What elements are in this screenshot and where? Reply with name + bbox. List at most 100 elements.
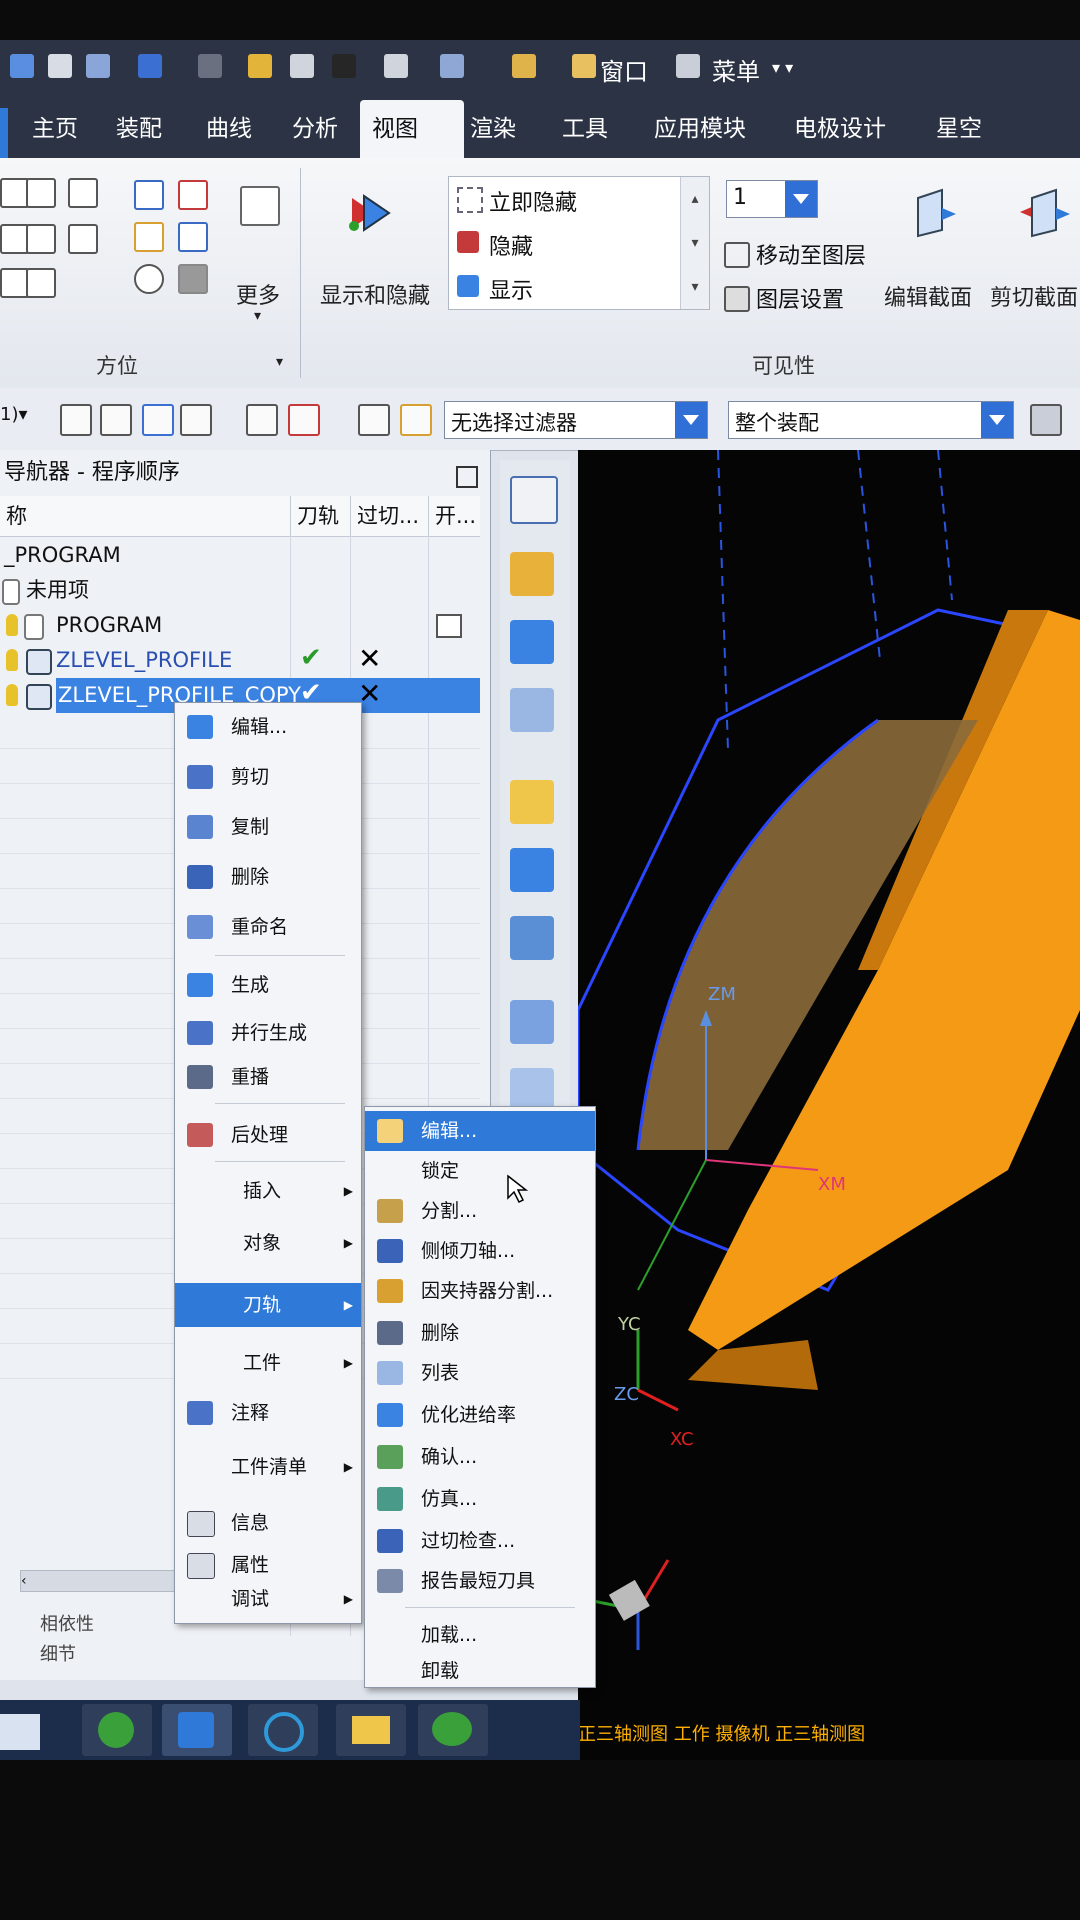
column-toolpath[interactable]: 刀轨 [290,496,347,536]
select-components-icon[interactable] [180,404,212,436]
submenu-item-gouge-check[interactable]: 过切检查... [365,1521,595,1561]
select-all-icon[interactable] [60,404,92,436]
type-filter-icon[interactable]: 1)▾ [0,404,28,432]
menu-item-delete[interactable]: 删除 [175,857,361,897]
tree-row[interactable]: ZLEVEL_PROFILE ✔ ✕ [0,642,480,678]
select-bodies-icon[interactable] [142,404,174,436]
submenu-item-shortest-tool[interactable]: 报告最短刀具 [365,1561,595,1601]
print-icon[interactable] [384,54,408,78]
search-taskbar-icon[interactable] [248,1704,318,1756]
column-open[interactable]: 开... [428,496,481,536]
visibility-list-scrollbar[interactable]: ▴ ▾ ▾ [680,177,709,309]
edit-section-button[interactable]: 编辑截面 [884,280,972,312]
view-top-icon[interactable] [26,268,56,298]
tab-application[interactable]: 应用模块 [642,100,758,158]
assembly-scope-select[interactable]: 整个装配 [728,401,1014,439]
more-button[interactable]: 更多 [236,278,280,310]
edit-section-icon[interactable] [912,186,958,238]
save-icon[interactable] [10,54,34,78]
submenu-item-list[interactable]: 列表 [365,1353,595,1393]
snap-point-icon[interactable] [246,404,278,436]
menu-item-generate[interactable]: 生成 [175,965,361,1005]
menu-item-insert[interactable]: 插入 ▶ [175,1171,361,1211]
more-dropdown-arrow[interactable]: ▾ [254,308,261,324]
menu-item-cut[interactable]: 剪切 [175,757,361,797]
submenu-item-split[interactable]: 分割... [365,1191,595,1231]
file-tab-edge[interactable] [0,108,8,158]
save-all-icon[interactable] [86,54,110,78]
view-back-icon[interactable] [26,178,56,208]
submenu-item-edit[interactable]: 编辑... [365,1111,595,1151]
copy-icon[interactable] [290,54,314,78]
tab-home[interactable]: 主页 [20,100,90,158]
column-name[interactable]: 称 [0,496,286,536]
submenu-item-simulate[interactable]: 仿真... [365,1479,595,1519]
browser-taskbar-icon[interactable] [82,1704,152,1756]
show-hide-button[interactable]: 显示和隐藏 [320,278,430,310]
submenu-item-load[interactable]: 加载... [365,1615,595,1655]
clip-section-button[interactable]: 剪切截面 [990,280,1078,312]
show-item[interactable]: 显示 [449,265,677,309]
chevron-down-icon[interactable] [981,402,1013,438]
rotate-icon[interactable] [134,264,164,294]
select-features-icon[interactable] [100,404,132,436]
tree-row[interactable]: 未用项 [0,573,480,608]
menu-item-rename[interactable]: 重命名 [175,907,361,947]
select-mode-icon[interactable] [358,404,390,436]
create-program-icon[interactable] [510,780,554,824]
menu-item-annotation[interactable]: 注释 [175,1393,361,1433]
undo-icon[interactable] [138,54,162,78]
submenu-item-optimize-feed[interactable]: 优化进给率 [365,1395,595,1435]
tree-row[interactable]: PROGRAM [0,608,480,643]
create-tool-icon[interactable] [510,848,554,892]
chevron-down-icon[interactable]: ▾ ▾ [772,58,793,77]
dependencies-panel-header[interactable]: 相依性 [40,1610,94,1636]
view-trimetric-icon[interactable] [68,224,98,254]
graphics-window[interactable]: XM ZM YC ZC XC 正三轴测图 工作 摄像机 正三轴测图 [576,449,1080,1760]
paste-icon[interactable] [332,54,356,78]
submenu-item-delete[interactable]: 删除 [365,1313,595,1353]
file-explorer-taskbar-icon[interactable] [336,1704,406,1756]
snap-settings-icon[interactable] [288,404,320,436]
menu-icon[interactable] [676,54,700,78]
view-iso-icon[interactable] [68,178,98,208]
submenu-item-lock[interactable]: 锁定 [365,1151,595,1191]
create-geometry-icon[interactable] [510,916,554,960]
general-selection-icon[interactable] [400,404,432,436]
chevron-down-icon[interactable] [675,402,707,438]
menu-item-postprocess[interactable]: 后处理 [175,1115,361,1155]
submenu-item-unload[interactable]: 卸载 [365,1651,595,1691]
immediate-hide-item[interactable]: 立即隐藏 [449,177,677,221]
tab-view[interactable]: 视图 [360,100,464,158]
menu-item-object[interactable]: 对象 ▶ [175,1223,361,1263]
tab-xingkong[interactable]: 星空 V6.936F [924,100,1080,200]
tree-row[interactable]: _PROGRAM [0,538,480,573]
menu-item-parallel-generate[interactable]: 并行生成 [175,1013,361,1053]
tab-render[interactable]: 渲染 [458,100,528,158]
redo-icon[interactable] [198,54,222,78]
geometry-view-icon[interactable] [510,688,554,732]
details-panel-header[interactable]: 细节 [40,1640,76,1666]
menu-item-copy[interactable]: 复制 [175,807,361,847]
window-icon[interactable] [572,54,596,78]
submenu-item-tilt-tool-axis[interactable]: 侧倾刀轴... [365,1231,595,1271]
view-bottom-icon[interactable] [26,224,56,254]
start-icon[interactable] [0,1714,40,1750]
program-order-icon[interactable] [510,552,554,596]
filter-options-icon[interactable] [1030,404,1062,436]
layer-select[interactable]: 1 [726,180,818,218]
maximize-navigator-button[interactable] [456,466,478,488]
submenu-item-split-for-holder[interactable]: 因夹持器分割... [365,1271,595,1311]
column-gouge-check[interactable]: 过切... [350,496,423,536]
tab-analysis[interactable]: 分析 [280,100,350,158]
submenu-item-verify[interactable]: 确认... [365,1437,595,1477]
select-icon[interactable] [440,54,464,78]
cut-icon[interactable] [248,54,272,78]
tab-curve[interactable]: 曲线 [194,100,264,158]
hide-item[interactable]: 隐藏 [449,221,677,265]
zoom-region-icon[interactable] [178,180,208,210]
create-method-icon[interactable] [510,1000,554,1044]
menu-item-shop-docs[interactable]: 工件清单 ▶ [175,1447,361,1487]
machine-tool-navigator-icon[interactable] [510,476,558,524]
show-hide-icon[interactable] [344,188,394,238]
